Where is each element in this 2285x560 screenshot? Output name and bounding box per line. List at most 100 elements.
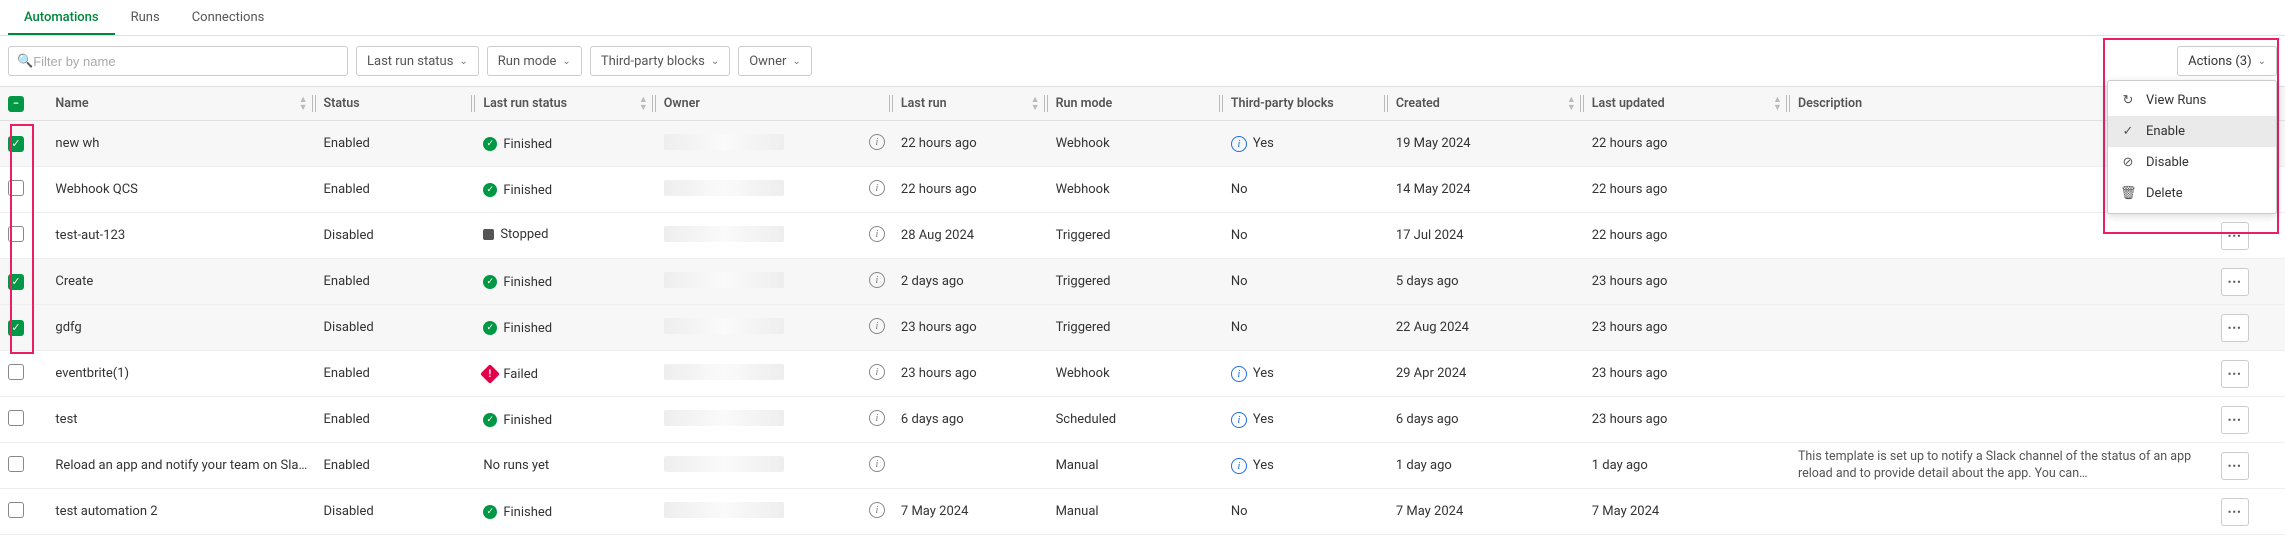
table-row[interactable]: ✓CreateEnabled✓Finishedi2 days agoTrigge…: [0, 259, 2285, 305]
updated-cell: 22 hours ago: [1584, 167, 1790, 213]
updated-cell: 23 hours ago: [1584, 351, 1790, 397]
col-run_mode[interactable]: Run mode: [1048, 87, 1223, 121]
sort-icon[interactable]: ▲▼: [639, 96, 648, 112]
row-actions-button[interactable]: ⋯: [2221, 406, 2249, 434]
col-last_run[interactable]: Last run▲▼: [893, 87, 1048, 121]
last-run-cell: 7 May 2024: [893, 489, 1048, 535]
row-actions-button[interactable]: ⋯: [2221, 498, 2249, 526]
name-cell: Reload an app and notify your team on Sl…: [47, 443, 315, 489]
menu-item-view-runs[interactable]: ↻View Runs: [2108, 85, 2276, 116]
col-owner[interactable]: Owner: [656, 87, 893, 121]
menu-item-delete[interactable]: 🗑Delete: [2108, 178, 2276, 209]
row-checkbox[interactable]: [8, 180, 24, 196]
info-icon[interactable]: i: [1231, 458, 1247, 474]
row-checkbox[interactable]: ✓: [8, 320, 24, 336]
col-name[interactable]: Name▲▼: [47, 87, 315, 121]
actions-button[interactable]: Actions (3)⌄: [2177, 46, 2277, 76]
info-icon[interactable]: i: [869, 410, 885, 426]
stopped-icon: [483, 229, 494, 240]
sort-icon[interactable]: ▲▼: [1031, 96, 1040, 112]
owner-redacted: [664, 134, 784, 150]
row-checkbox[interactable]: [8, 456, 24, 472]
description-cell: [1790, 397, 2213, 443]
info-icon[interactable]: i: [869, 134, 885, 150]
row-actions-button[interactable]: ⋯: [2221, 268, 2249, 296]
table-row[interactable]: ✓new whEnabled✓Finishedi22 hours agoWebh…: [0, 121, 2285, 167]
row-checkbox[interactable]: [8, 502, 24, 518]
last-run-cell: 22 hours ago: [893, 121, 1048, 167]
status-cell: Enabled: [316, 121, 476, 167]
status-cell: Enabled: [316, 259, 476, 305]
table-row[interactable]: Webhook QCSEnabled✓Finishedi22 hours ago…: [0, 167, 2285, 213]
row-checkbox[interactable]: [8, 226, 24, 242]
row-checkbox[interactable]: ✓: [8, 274, 24, 290]
finished-icon: ✓: [483, 183, 497, 197]
updated-cell: 23 hours ago: [1584, 305, 1790, 351]
last-run-cell: 23 hours ago: [893, 305, 1048, 351]
menu-label: Enable: [2146, 124, 2185, 139]
col-third_party[interactable]: Third-party blocks: [1223, 87, 1388, 121]
menu-item-enable[interactable]: ✓ Enable: [2108, 116, 2276, 147]
table-row[interactable]: test-aut-123DisabledStoppedi28 Aug 2024T…: [0, 213, 2285, 259]
third-party-cell: No: [1223, 167, 1388, 213]
sort-icon[interactable]: ▲▼: [299, 96, 308, 112]
search-wrap[interactable]: 🔍: [8, 46, 348, 76]
owner-redacted: [664, 502, 784, 518]
info-icon[interactable]: i: [1231, 412, 1247, 428]
filter-owner[interactable]: Owner⌄: [738, 46, 812, 76]
run-mode-cell: Manual: [1048, 443, 1223, 489]
col-last_updated[interactable]: Last updated▲▼: [1584, 87, 1790, 121]
tab-automations[interactable]: Automations: [8, 2, 115, 35]
sort-icon[interactable]: ▲▼: [1773, 96, 1782, 112]
tab-runs[interactable]: Runs: [115, 2, 176, 35]
updated-cell: 7 May 2024: [1584, 489, 1790, 535]
last-run-cell: 23 hours ago: [893, 351, 1048, 397]
filter-last-run-status[interactable]: Last run status⌄: [356, 46, 479, 76]
row-checkbox[interactable]: [8, 410, 24, 426]
info-icon[interactable]: i: [1231, 136, 1247, 152]
info-icon[interactable]: i: [869, 364, 885, 380]
info-icon[interactable]: i: [869, 502, 885, 518]
info-icon[interactable]: i: [869, 318, 885, 334]
last-run-cell: 6 days ago: [893, 397, 1048, 443]
filter-run-mode[interactable]: Run mode⌄: [487, 46, 582, 76]
info-icon[interactable]: i: [869, 226, 885, 242]
table-row[interactable]: eventbrite(1)EnabledFailedi23 hours agoW…: [0, 351, 2285, 397]
row-checkbox[interactable]: [8, 364, 24, 380]
row-actions-button[interactable]: ⋯: [2221, 222, 2249, 250]
chevron-down-icon: ⌄: [2258, 56, 2266, 67]
table-row[interactable]: test automation 2Disabled✓Finishedi7 May…: [0, 489, 2285, 535]
menu-item-disable[interactable]: ⊘Disable: [2108, 147, 2276, 178]
search-input[interactable]: [33, 54, 339, 69]
info-icon[interactable]: i: [869, 456, 885, 472]
tab-connections[interactable]: Connections: [176, 2, 281, 35]
info-icon[interactable]: i: [1231, 366, 1247, 382]
col-created[interactable]: Created▲▼: [1388, 87, 1584, 121]
description-cell: [1790, 259, 2213, 305]
third-party-cell: iYes: [1223, 443, 1388, 489]
col-last_run_status[interactable]: Last run status▲▼: [475, 87, 655, 121]
row-actions-button[interactable]: ⋯: [2221, 314, 2249, 342]
row-actions-button[interactable]: ⋯: [2221, 360, 2249, 388]
row-actions-button[interactable]: ⋯: [2221, 452, 2249, 480]
chevron-down-icon: ⌄: [562, 56, 570, 67]
col-status[interactable]: Status: [316, 87, 476, 121]
owner-cell: i: [656, 397, 893, 443]
check-icon: ✓: [2120, 124, 2136, 139]
row-checkbox[interactable]: ✓: [8, 136, 24, 152]
sort-icon[interactable]: ▲▼: [1567, 96, 1576, 112]
table-row[interactable]: testEnabled✓Finishedi6 days agoScheduled…: [0, 397, 2285, 443]
info-icon[interactable]: i: [869, 180, 885, 196]
table-row[interactable]: Reload an app and notify your team on Sl…: [0, 443, 2285, 489]
run-mode-cell: Webhook: [1048, 121, 1223, 167]
owner-redacted: [664, 272, 784, 288]
select-all-checkbox[interactable]: −: [8, 96, 24, 112]
filter-third-party[interactable]: Third-party blocks⌄: [590, 46, 730, 76]
info-icon[interactable]: i: [869, 272, 885, 288]
table-row[interactable]: ✓gdfgDisabled✓Finishedi23 hours agoTrigg…: [0, 305, 2285, 351]
owner-cell: i: [656, 443, 893, 489]
description-cell: [1790, 305, 2213, 351]
search-icon: 🔍: [17, 54, 33, 69]
created-cell: 19 May 2024: [1388, 121, 1584, 167]
failed-icon: [480, 364, 500, 384]
